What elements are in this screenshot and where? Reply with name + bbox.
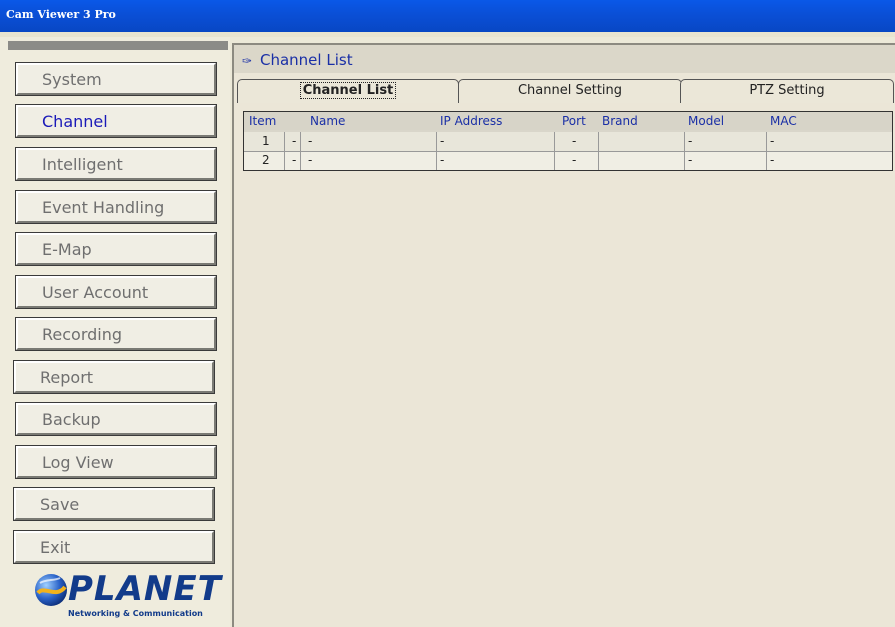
sidebar-item-report[interactable]: Report [13,360,215,394]
cell-ip: - [440,134,445,148]
table-header: Item Name IP Address Port Brand Model MA… [244,112,892,130]
channel-table: Item Name IP Address Port Brand Model MA… [243,111,893,171]
cell-port: - [572,153,577,167]
cell-ip: - [440,153,445,167]
sidebar: System Channel Intelligent Event Handlin… [0,37,230,627]
column-header-port[interactable]: Port [562,114,586,128]
tab-channel-list[interactable]: Channel List [237,79,459,103]
cell-name: - [308,153,313,167]
sidebar-item-channel[interactable]: Channel [15,104,217,138]
sidebar-item-system[interactable]: System [15,62,217,96]
sidebar-top-bar [8,41,228,50]
cell-port: - [572,134,577,148]
column-header-brand[interactable]: Brand [602,114,638,128]
cell-item: 1 [262,134,270,148]
cell-flag: - [292,134,297,148]
tab-channel-setting[interactable]: Channel Setting [458,79,682,103]
sidebar-item-event-handling[interactable]: Event Handling [15,190,217,224]
sidebar-item-intelligent[interactable]: Intelligent [15,147,217,181]
sidebar-item-save[interactable]: Save [13,487,215,521]
network-icon: ✑ [242,54,253,68]
column-header-mac[interactable]: MAC [770,114,797,128]
cell-mac: - [770,134,775,148]
cell-flag: - [292,153,297,167]
cell-mac: - [770,153,775,167]
tab-bar: Channel List Channel Setting PTZ Setting [234,79,895,103]
sidebar-item-recording[interactable]: Recording [15,317,217,351]
tab-ptz-setting[interactable]: PTZ Setting [680,79,894,103]
column-header-ip-address[interactable]: IP Address [440,114,502,128]
sidebar-item-backup[interactable]: Backup [15,402,217,436]
tab-label: Channel Setting [517,83,623,98]
table-row[interactable]: 1 - - - - - - [244,132,892,151]
panel-header: ✑ Channel List [234,45,895,73]
globe-icon [35,574,67,606]
column-header-model[interactable]: Model [688,114,724,128]
title-bar: Cam Viewer 3 Pro [0,0,895,32]
sidebar-item-log-view[interactable]: Log View [15,445,217,479]
planet-logo: PLANET Networking & Communication [34,569,221,627]
panel-title: Channel List [260,51,353,69]
cell-name: - [308,134,313,148]
window-title: Cam Viewer 3 Pro [6,8,116,21]
table-row[interactable]: 2 - - - - - - [244,151,892,170]
main-panel: ✑ Channel List Channel List Channel Sett… [232,43,895,627]
sidebar-item-e-map[interactable]: E-Map [15,232,217,266]
sidebar-item-exit[interactable]: Exit [13,530,215,564]
cell-model: - [688,153,693,167]
cell-item: 2 [262,153,270,167]
tab-label: Channel List [299,82,397,99]
column-header-item[interactable]: Item [249,114,276,128]
tab-label: PTZ Setting [749,83,825,98]
grid-line [244,151,892,152]
cell-model: - [688,134,693,148]
logo-wordmark: PLANET [68,569,222,609]
column-header-name[interactable]: Name [310,114,345,128]
sidebar-item-user-account[interactable]: User Account [15,275,217,309]
logo-tagline: Networking & Communication [68,609,203,618]
